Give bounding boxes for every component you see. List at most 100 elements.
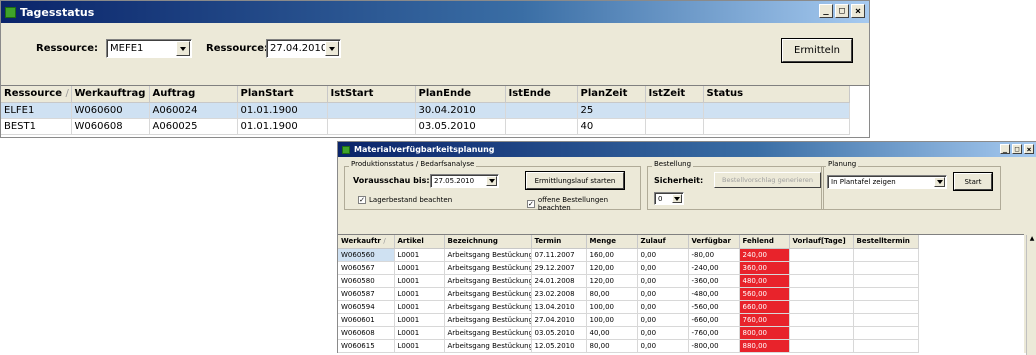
column-header[interactable]: Fehlend xyxy=(739,235,790,249)
ressource-combobox[interactable]: MEFE1 xyxy=(106,39,192,58)
table-cell[interactable] xyxy=(327,102,416,119)
close-button[interactable]: × xyxy=(1024,144,1034,154)
table-cell[interactable]: 25 xyxy=(577,102,646,119)
column-header[interactable]: IstZeit xyxy=(645,86,704,103)
minimize-button[interactable]: _ xyxy=(819,4,833,18)
chevron-down-icon[interactable] xyxy=(934,177,945,187)
planung-combobox[interactable]: In Plantafel zeigen xyxy=(827,175,947,189)
table-cell[interactable]: Arbeitsgang Bestückung xyxy=(444,300,532,314)
fehlend-cell[interactable]: 560,00 xyxy=(739,287,790,301)
table-cell[interactable] xyxy=(853,313,919,327)
table-cell[interactable]: -360,00 xyxy=(688,274,740,288)
table-cell[interactable]: -800,00 xyxy=(688,339,740,353)
fehlend-cell[interactable]: 800,00 xyxy=(739,326,790,340)
table-cell[interactable]: 01.01.1900 xyxy=(237,102,328,119)
table-cell[interactable] xyxy=(789,248,854,262)
table-cell[interactable]: -560,00 xyxy=(688,300,740,314)
fehlend-cell[interactable]: 660,00 xyxy=(739,300,790,314)
table-cell[interactable] xyxy=(789,261,854,275)
table-cell[interactable] xyxy=(853,300,919,314)
fehlend-cell[interactable]: 360,00 xyxy=(739,261,790,275)
column-header[interactable]: Werkauftrag xyxy=(71,86,150,103)
table-cell[interactable]: 03.05.2010 xyxy=(415,118,506,135)
table-cell[interactable]: Arbeitsgang Bestückung xyxy=(444,339,532,353)
table-cell[interactable]: 23.02.2008 xyxy=(531,287,587,301)
fehlend-cell[interactable]: 480,00 xyxy=(739,274,790,288)
table-cell[interactable]: 30.04.2010 xyxy=(415,102,506,119)
table-cell[interactable]: 0,00 xyxy=(637,339,689,353)
table-cell[interactable]: 0,00 xyxy=(637,248,689,262)
table-cell[interactable]: W060587 xyxy=(338,287,395,301)
table-cell[interactable]: Arbeitsgang Bestückung xyxy=(444,274,532,288)
scroll-up-icon[interactable]: ▲ xyxy=(1027,235,1036,242)
tagesstatus-titlebar[interactable]: Tagesstatus _ □ × xyxy=(1,1,869,23)
table-cell[interactable] xyxy=(505,102,578,119)
table-cell[interactable]: 12.05.2010 xyxy=(531,339,587,353)
column-header[interactable]: IstStart xyxy=(327,86,416,103)
table-cell[interactable]: 100,00 xyxy=(586,300,638,314)
date-combobox[interactable]: 27.04.2010 xyxy=(266,39,341,58)
vertical-scrollbar[interactable]: ▲ xyxy=(1026,235,1036,355)
table-cell[interactable] xyxy=(789,300,854,314)
table-cell[interactable]: 120,00 xyxy=(586,261,638,275)
table-cell[interactable]: W060608 xyxy=(71,118,150,135)
column-header[interactable]: Auftrag xyxy=(149,86,238,103)
table-cell[interactable]: 0,00 xyxy=(637,300,689,314)
column-header[interactable]: Bezeichnung xyxy=(444,235,532,249)
column-header[interactable]: IstEnde xyxy=(505,86,578,103)
chevron-down-icon[interactable] xyxy=(325,41,339,56)
table-cell[interactable] xyxy=(645,102,704,119)
table-row[interactable]: ELFE1 W060600 A060024 01.01.1900 30.04.2… xyxy=(1,102,850,119)
table-cell[interactable]: L0001 xyxy=(394,261,445,275)
table-cell[interactable]: W060567 xyxy=(338,261,395,275)
table-cell[interactable]: -760,00 xyxy=(688,326,740,340)
table-cell[interactable]: A060025 xyxy=(149,118,238,135)
table-cell[interactable] xyxy=(505,118,578,135)
table-cell[interactable]: L0001 xyxy=(394,313,445,327)
fehlend-cell[interactable]: 760,00 xyxy=(739,313,790,327)
table-cell[interactable]: 0,00 xyxy=(637,313,689,327)
table-cell[interactable] xyxy=(853,326,919,340)
spinner-icon[interactable] xyxy=(672,194,682,203)
table-row[interactable]: W060580 L0001 Arbeitsgang Bestückung 24.01.… xyxy=(338,274,919,288)
chevron-down-icon[interactable] xyxy=(176,41,190,56)
sicherheit-spinner[interactable]: 0 xyxy=(654,192,684,205)
table-cell[interactable]: W060608 xyxy=(338,326,395,340)
table-cell[interactable]: 01.01.1900 xyxy=(237,118,328,135)
column-header[interactable]: Vorlauf[Tage] xyxy=(789,235,854,249)
table-row[interactable]: W060587 L0001 Arbeitsgang Bestückung 23.02.… xyxy=(338,287,919,301)
table-cell[interactable]: W060580 xyxy=(338,274,395,288)
table-cell[interactable]: 0,00 xyxy=(637,261,689,275)
column-header[interactable]: PlanZeit xyxy=(577,86,646,103)
table-cell[interactable] xyxy=(789,326,854,340)
table-cell[interactable]: Arbeitsgang Bestückung xyxy=(444,326,532,340)
column-header[interactable]: Werkauftr / xyxy=(338,235,395,249)
table-cell[interactable]: 0,00 xyxy=(637,274,689,288)
column-header[interactable]: Artikel xyxy=(394,235,445,249)
table-row[interactable]: BEST1 W060608 A060025 01.01.1900 03.05.2… xyxy=(1,118,850,135)
fehlend-cell[interactable]: 240,00 xyxy=(739,248,790,262)
column-header[interactable]: Verfügbar xyxy=(688,235,740,249)
table-row[interactable]: W060594 L0001 Arbeitsgang Bestückung 13.04.… xyxy=(338,300,919,314)
table-cell[interactable] xyxy=(703,118,850,135)
maximize-button[interactable]: □ xyxy=(835,4,849,18)
table-cell[interactable]: BEST1 xyxy=(1,118,72,135)
maximize-button[interactable]: □ xyxy=(1012,144,1022,154)
table-cell[interactable]: W060615 xyxy=(338,339,395,353)
table-cell[interactable]: -480,00 xyxy=(688,287,740,301)
table-cell[interactable]: L0001 xyxy=(394,274,445,288)
table-row[interactable]: W060567 L0001 Arbeitsgang Bestückung 29.12.… xyxy=(338,261,919,275)
table-row[interactable]: W060601 L0001 Arbeitsgang Bestückung 27.04.… xyxy=(338,313,919,327)
table-cell[interactable] xyxy=(789,287,854,301)
table-cell[interactable]: 24.01.2008 xyxy=(531,274,587,288)
minimize-button[interactable]: _ xyxy=(1000,144,1010,154)
table-cell[interactable] xyxy=(853,248,919,262)
table-cell[interactable]: 80,00 xyxy=(586,339,638,353)
table-cell[interactable]: -240,00 xyxy=(688,261,740,275)
table-cell[interactable]: L0001 xyxy=(394,287,445,301)
table-cell[interactable] xyxy=(789,313,854,327)
table-row[interactable]: W060615 L0001 Arbeitsgang Bestückung 12.05.… xyxy=(338,339,919,353)
start-button[interactable]: Start xyxy=(954,173,992,190)
table-cell[interactable]: -80,00 xyxy=(688,248,740,262)
table-cell[interactable] xyxy=(327,118,416,135)
